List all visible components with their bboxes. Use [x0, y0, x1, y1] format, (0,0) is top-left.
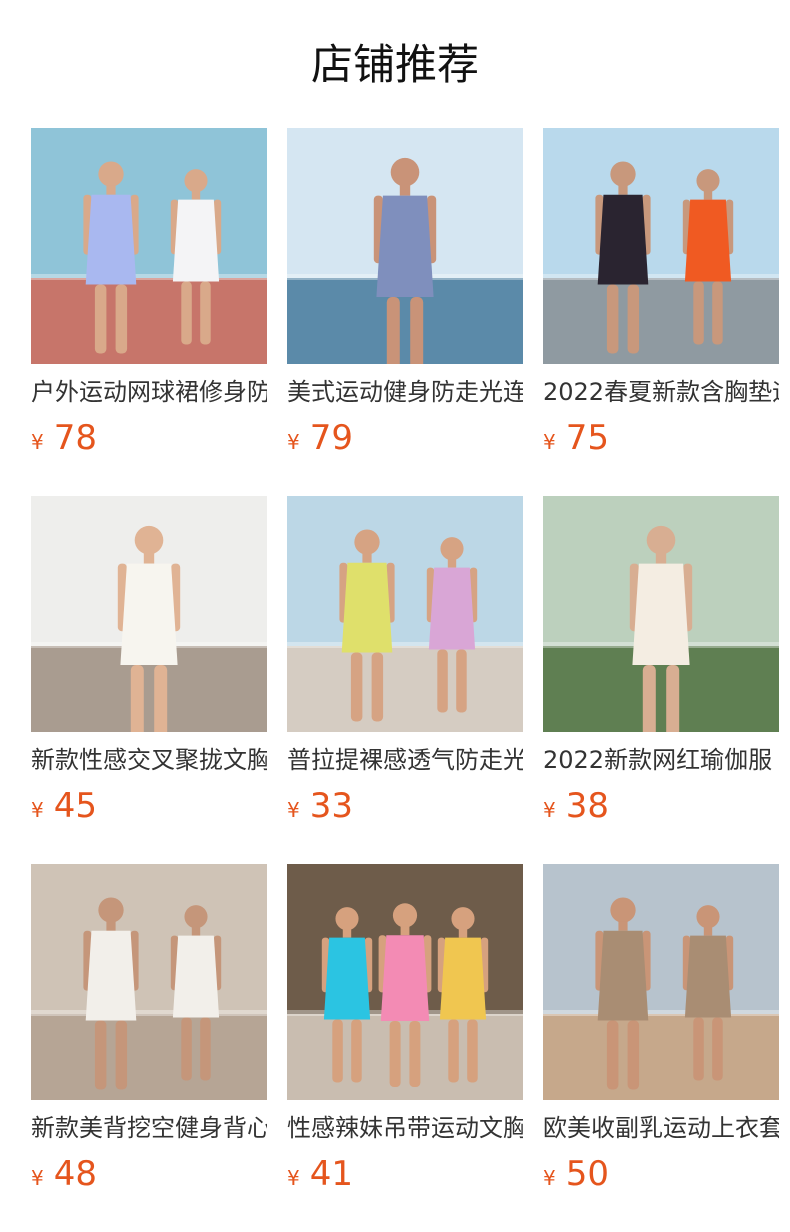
price-amount: 41 [309, 1154, 353, 1194]
price-amount: 45 [53, 786, 97, 826]
product-name[interactable]: 欧美收副乳运动上衣套装 [543, 1111, 779, 1145]
bridge-dresses-photo [543, 128, 779, 364]
hillside-back-photo [543, 496, 779, 732]
price-amount: 33 [309, 786, 353, 826]
currency-symbol: ¥ [287, 430, 300, 454]
currency-symbol: ¥ [31, 430, 44, 454]
product-price: ¥ 45 [31, 784, 97, 828]
product-card[interactable]: 普拉提裸感透气防走光短裙 ¥ 33 [287, 496, 523, 826]
product-card[interactable]: 性感辣妹吊带运动文胸套装 ¥ 41 [287, 864, 523, 1194]
currency-symbol: ¥ [31, 798, 44, 822]
product-name[interactable]: 新款美背挖空健身背心套装 [31, 1111, 267, 1145]
product-card[interactable]: 欧美收副乳运动上衣套装 ¥ 50 [543, 864, 779, 1194]
product-name[interactable]: 2022新款网红瑜伽服 [543, 743, 779, 777]
product-card[interactable]: 新款性感交叉聚拢文胸短裙 ¥ 45 [31, 496, 267, 826]
product-image[interactable] [31, 496, 267, 732]
currency-symbol: ¥ [31, 1166, 44, 1190]
currency-symbol: ¥ [287, 1166, 300, 1190]
product-price: ¥ 38 [543, 784, 609, 828]
currency-symbol: ¥ [543, 430, 556, 454]
desert-beige-set-photo [543, 864, 779, 1100]
price-amount: 75 [565, 418, 609, 458]
product-price: ¥ 41 [287, 1152, 353, 1196]
recommendation-page: 店铺推荐 户外运动网球裙修身防走光套装 ¥ 78 美式运动健身防走光连衣裙 ¥ … [0, 0, 790, 1232]
product-image[interactable] [543, 128, 779, 364]
product-image[interactable] [543, 496, 779, 732]
product-card[interactable]: 2022春夏新款含胸垫运动连衣裙 ¥ 75 [543, 128, 779, 458]
product-card[interactable]: 美式运动健身防走光连衣裙 ¥ 79 [287, 128, 523, 458]
product-name[interactable]: 2022春夏新款含胸垫运动连衣裙 [543, 375, 779, 409]
price-amount: 38 [565, 786, 609, 826]
price-amount: 78 [53, 418, 97, 458]
product-name[interactable]: 新款性感交叉聚拢文胸短裙 [31, 743, 267, 777]
product-price: ¥ 75 [543, 416, 609, 460]
product-name[interactable]: 美式运动健身防走光连衣裙 [287, 375, 523, 409]
city-white-set-photo [31, 496, 267, 732]
product-image[interactable] [287, 864, 523, 1100]
product-name[interactable]: 普拉提裸感透气防走光短裙 [287, 743, 523, 777]
surfboard-skirts-photo [287, 496, 523, 732]
three-colors-set-photo [287, 864, 523, 1100]
product-price: ¥ 48 [31, 1152, 97, 1196]
seaside-dress-photo [287, 128, 523, 364]
product-image[interactable] [31, 128, 267, 364]
currency-symbol: ¥ [543, 798, 556, 822]
product-card[interactable]: 户外运动网球裙修身防走光套装 ¥ 78 [31, 128, 267, 458]
product-image[interactable] [31, 864, 267, 1100]
currency-symbol: ¥ [287, 798, 300, 822]
currency-symbol: ¥ [543, 1166, 556, 1190]
product-price: ¥ 50 [543, 1152, 609, 1196]
product-price: ¥ 79 [287, 416, 353, 460]
product-name[interactable]: 性感辣妹吊带运动文胸套装 [287, 1111, 523, 1145]
product-card[interactable]: 新款美背挖空健身背心套装 ¥ 48 [31, 864, 267, 1194]
product-price: ¥ 78 [31, 416, 97, 460]
studded-top-photo [31, 864, 267, 1100]
price-amount: 79 [309, 418, 353, 458]
product-image[interactable] [287, 128, 523, 364]
tennis-dress-photo [31, 128, 267, 364]
product-price: ¥ 33 [287, 784, 353, 828]
page-title: 店铺推荐 [310, 40, 479, 89]
product-image[interactable] [543, 864, 779, 1100]
product-name[interactable]: 户外运动网球裙修身防走光套装 [31, 375, 267, 409]
price-amount: 48 [53, 1154, 97, 1194]
product-image[interactable] [287, 496, 523, 732]
price-amount: 50 [565, 1154, 609, 1194]
product-card[interactable]: 2022新款网红瑜伽服 ¥ 38 [543, 496, 779, 826]
product-grid: 户外运动网球裙修身防走光套装 ¥ 78 美式运动健身防走光连衣裙 ¥ 79 20… [31, 128, 779, 1194]
